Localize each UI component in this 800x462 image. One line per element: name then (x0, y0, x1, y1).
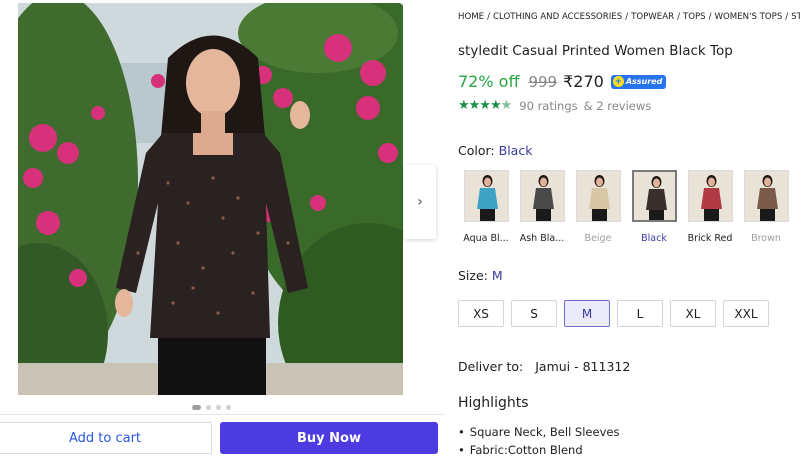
breadcrumb-separator: / (487, 12, 490, 22)
color-swatch[interactable]: Ash Bla... (514, 170, 570, 244)
discount-percent: 72% off (458, 72, 520, 91)
carousel-dot[interactable] (226, 405, 231, 410)
ratings-count[interactable]: 90 ratings (519, 99, 577, 113)
highlight-text: Square Neck, Bell Sleeves (469, 425, 620, 439)
color-swatch-thumbnail (687, 170, 733, 222)
divider (0, 414, 445, 415)
assured-badge: + Assured (610, 74, 667, 89)
original-price: 999 (528, 72, 558, 91)
color-swatch-thumbnail (631, 170, 677, 222)
star-rating-icon[interactable]: ★★★★★ (458, 98, 512, 113)
color-swatch[interactable]: Black (626, 170, 682, 244)
rating-row: ★★★★★ 90 ratings & 2 reviews (458, 98, 651, 113)
color-swatches: Aqua Bl... Ash Bla... Beige Black Brick Red B… (458, 170, 794, 244)
color-swatch-label: Brick Red (687, 233, 733, 244)
color-swatch-label: Brown (751, 233, 781, 244)
product-image-panel: › Add to cart Buy Now (0, 0, 445, 462)
color-swatch-label: Beige (584, 233, 612, 244)
breadcrumb-item[interactable]: STYLEDIT (791, 12, 800, 22)
color-swatch-thumbnail (743, 170, 789, 222)
selected-color: Black (498, 143, 533, 158)
delivery-row: Deliver to: Jamui - 811312 (458, 359, 630, 374)
color-swatch-label: Ash Bla... (519, 233, 565, 244)
breadcrumb-item[interactable]: TOPS (683, 12, 706, 22)
price-row: 72% off 999 ₹270 + Assured (458, 72, 667, 91)
highlight-item: • Fabric:Cotton Blend (458, 443, 619, 461)
color-swatch[interactable]: Brick Red (682, 170, 738, 244)
color-swatch-thumbnail (519, 170, 565, 222)
color-swatch-thumbnail (463, 170, 509, 222)
breadcrumb: HOME / CLOTHING AND ACCESSORIES / TOPWEAR / TO… (458, 12, 800, 22)
breadcrumb-item[interactable]: HOME (458, 12, 484, 22)
carousel-dot[interactable] (216, 405, 221, 410)
breadcrumb-item[interactable]: CLOTHING AND ACCESSORIES (493, 12, 622, 22)
highlight-item: • Square Neck, Bell Sleeves (458, 425, 619, 443)
size-option[interactable]: L (617, 300, 663, 327)
product-photo-illustration (18, 3, 403, 395)
buy-now-button[interactable]: Buy Now (220, 422, 438, 454)
carousel-dot[interactable] (192, 405, 201, 410)
product-image[interactable] (18, 3, 403, 395)
color-swatch[interactable]: Aqua Bl... (458, 170, 514, 244)
highlight-text: Fabric:Cotton Blend (469, 443, 583, 457)
reviews-count[interactable]: & 2 reviews (584, 99, 652, 113)
assured-label: Assured (625, 77, 663, 86)
color-swatch-thumbnail (575, 170, 621, 222)
size-option[interactable]: S (511, 300, 557, 327)
delivery-location[interactable]: Jamui - 811312 (535, 359, 630, 374)
size-label-text: Size: (458, 268, 488, 283)
color-swatch-label: Black (641, 233, 667, 244)
add-to-cart-button[interactable]: Add to cart (0, 422, 212, 454)
bullet-icon: • (458, 443, 465, 457)
breadcrumb-separator: / (785, 12, 789, 22)
breadcrumb-separator: / (625, 12, 629, 22)
carousel-dot[interactable] (206, 405, 211, 410)
size-option[interactable]: M (564, 300, 610, 327)
size-option[interactable]: XL (670, 300, 716, 327)
carousel-dots (192, 405, 231, 410)
bullet-icon: • (458, 425, 465, 439)
size-options: XS S M L XL XXL (458, 300, 769, 327)
size-option[interactable]: XXL (723, 300, 769, 327)
breadcrumb-separator: / (677, 12, 680, 22)
plus-icon: + (612, 76, 624, 87)
chevron-right-icon: › (417, 194, 423, 210)
deliver-to-label: Deliver to: (458, 359, 524, 374)
size-option[interactable]: XS (458, 300, 504, 327)
color-label-text: Color: (458, 143, 495, 158)
size-label: Size: M (458, 268, 503, 283)
highlights-list: • Square Neck, Bell Sleeves • Fabric:Cotto… (458, 425, 619, 461)
product-title: styledit Casual Printed Women Black Top (458, 43, 733, 59)
next-image-button[interactable]: › (404, 165, 436, 239)
selected-size: M (491, 268, 503, 283)
color-label: Color: Black (458, 143, 532, 158)
color-swatch[interactable]: Brown (738, 170, 794, 244)
breadcrumb-item[interactable]: WOMEN'S TOPS (715, 12, 783, 22)
product-details-panel: HOME / CLOTHING AND ACCESSORIES / TOPWEAR / TO… (458, 0, 800, 462)
highlights-title: Highlights (458, 395, 529, 411)
color-swatch[interactable]: Beige (570, 170, 626, 244)
selling-price: ₹270 (563, 72, 604, 91)
breadcrumb-item[interactable]: TOPWEAR (631, 12, 674, 22)
color-swatch-label: Aqua Bl... (463, 233, 509, 244)
breadcrumb-separator: / (708, 12, 712, 22)
